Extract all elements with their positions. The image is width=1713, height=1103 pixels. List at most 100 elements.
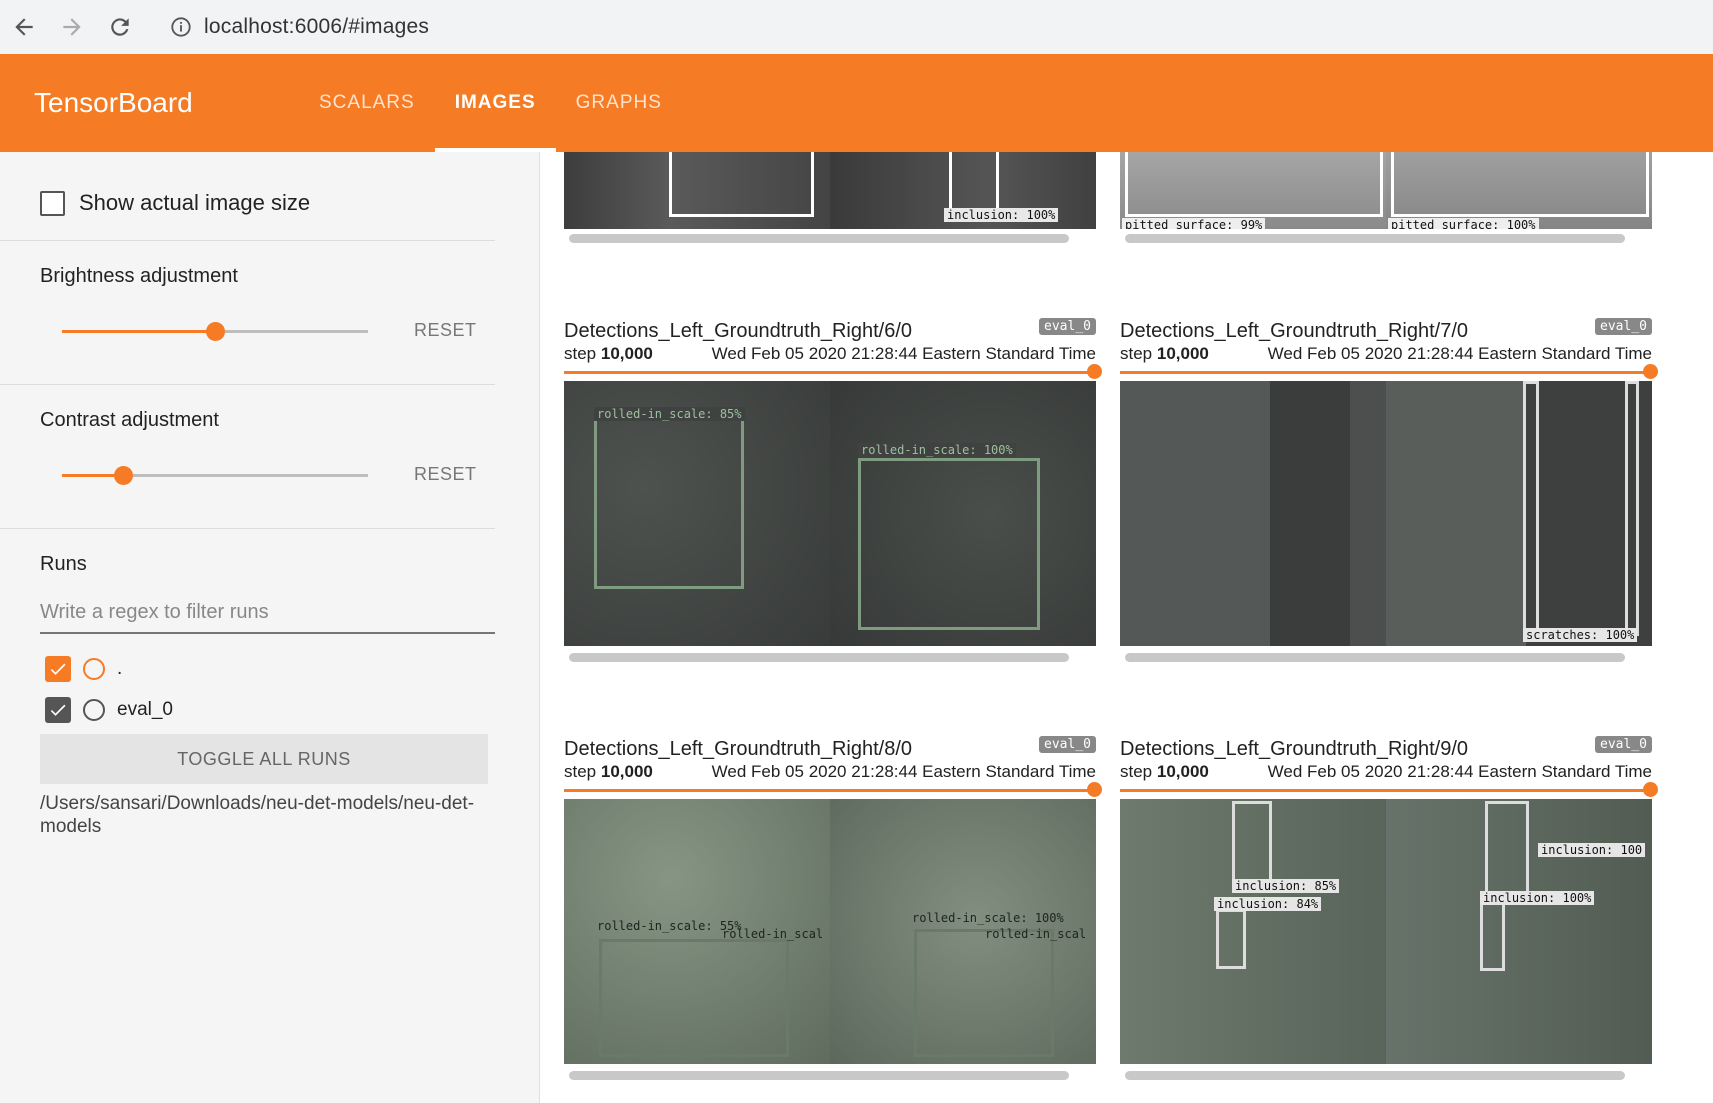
step-value: 10,000: [600, 762, 653, 781]
step-slider[interactable]: [1120, 782, 1658, 797]
detection-label: rolled-in_scale: 100%: [912, 911, 1064, 925]
images-dashboard: inclusion: 100% pitted_surface: 99% pitt…: [541, 152, 1713, 1103]
step-slider[interactable]: [1120, 364, 1658, 379]
reload-button[interactable]: [96, 3, 144, 51]
step-slider-thumb[interactable]: [1087, 364, 1102, 379]
reload-icon: [111, 18, 129, 36]
image-scrollbar[interactable]: [569, 653, 1069, 662]
arrow-left-icon: [15, 18, 33, 36]
step-label: step: [564, 344, 597, 363]
run-name: .: [117, 658, 123, 679]
step-slider[interactable]: [564, 364, 1102, 379]
runs-filter-input[interactable]: [40, 592, 495, 634]
step-slider-thumb[interactable]: [1643, 364, 1658, 379]
step-slider-thumb[interactable]: [1087, 782, 1102, 797]
card-title: Detections_Left_Groundtruth_Right/8/0: [564, 738, 912, 760]
contrast-section: Contrast adjustment RESET: [0, 385, 495, 529]
image-display[interactable]: inclusion: 100%: [564, 152, 1096, 229]
step-value: 10,000: [600, 344, 653, 363]
address-bar[interactable]: localhost:6006/#images: [156, 7, 1696, 47]
detection-label: inclusion: 100: [1538, 843, 1646, 857]
image-scrollbar[interactable]: [1125, 653, 1625, 662]
show-actual-size-option[interactable]: Show actual image size: [40, 190, 310, 216]
url-text: localhost:6006/#images: [204, 15, 430, 38]
detection-label: rolled-in_scale: 100%: [858, 443, 1016, 457]
run-item[interactable]: .: [45, 656, 122, 682]
run-color-radio[interactable]: [83, 658, 105, 680]
back-button[interactable]: [0, 3, 48, 51]
detection-label: scratches: 100%: [1523, 628, 1638, 642]
arrow-right-icon: [63, 18, 81, 36]
run-name: eval_0: [117, 699, 173, 720]
sidebar: Show actual image size Brightness adjust…: [0, 152, 540, 1103]
image-scrollbar[interactable]: [569, 1071, 1069, 1080]
run-badge: eval_0: [1595, 318, 1652, 335]
wall-time: Wed Feb 05 2020 21:28:44 Eastern Standar…: [711, 344, 1096, 363]
card-meta: step 10,000 Wed Feb 05 2020 21:28:44 Eas…: [1120, 344, 1652, 364]
wall-time: Wed Feb 05 2020 21:28:44 Eastern Standar…: [711, 762, 1096, 781]
wall-time: Wed Feb 05 2020 21:28:44 Eastern Standar…: [1267, 762, 1652, 781]
image-display[interactable]: scratches: 100%: [1120, 381, 1652, 646]
card-meta: step 10,000 Wed Feb 05 2020 21:28:44 Eas…: [1120, 762, 1652, 782]
detection-label: inclusion: 100%: [1480, 891, 1595, 905]
contrast-reset-button[interactable]: RESET: [414, 464, 477, 485]
toggle-all-runs-button[interactable]: TOGGLE ALL RUNS: [40, 734, 488, 784]
step-label: step: [1120, 344, 1153, 363]
detection-label: rolled-in_scale: 85%: [594, 407, 745, 421]
show-actual-size-checkbox[interactable]: [40, 190, 65, 216]
show-actual-size-section: Show actual image size: [0, 152, 495, 241]
wall-time: Wed Feb 05 2020 21:28:44 Eastern Standar…: [1267, 344, 1652, 363]
brightness-slider[interactable]: [62, 322, 368, 341]
image-scrollbar[interactable]: [1125, 234, 1625, 243]
image-scrollbar[interactable]: [1125, 1071, 1625, 1080]
brightness-slider-fill: [62, 330, 215, 333]
tab-images[interactable]: IMAGES: [434, 54, 556, 152]
run-item[interactable]: eval_0: [45, 697, 173, 723]
run-badge: eval_0: [1595, 736, 1652, 753]
detection-label: rolled-in_scal: [985, 927, 1087, 941]
detection-label: pitted_surface: 99%: [1122, 218, 1266, 229]
step-label: step: [1120, 762, 1153, 781]
tab-scalars[interactable]: SCALARS: [299, 54, 435, 152]
detection-label: pitted_surface: 100%: [1388, 218, 1539, 229]
brightness-reset-button[interactable]: RESET: [414, 320, 477, 341]
check-icon: [50, 663, 66, 675]
step-slider-thumb[interactable]: [1643, 782, 1658, 797]
run-checkbox[interactable]: [45, 656, 71, 682]
detection-label: inclusion: 100%: [944, 208, 1059, 222]
step-slider[interactable]: [564, 782, 1102, 797]
card-meta: step 10,000 Wed Feb 05 2020 21:28:44 Eas…: [564, 762, 1096, 782]
detection-label: rolled-in_scal: [722, 927, 824, 941]
image-display[interactable]: rolled-in_scale: 55% rolled-in_scal roll…: [564, 799, 1096, 1064]
brightness-title: Brightness adjustment: [40, 265, 238, 287]
image-scrollbar[interactable]: [569, 234, 1069, 243]
info-icon: [171, 17, 191, 37]
brightness-section: Brightness adjustment RESET: [0, 241, 495, 385]
step-label: step: [564, 762, 597, 781]
step-value: 10,000: [1156, 344, 1209, 363]
contrast-title: Contrast adjustment: [40, 409, 219, 431]
run-checkbox[interactable]: [45, 697, 71, 723]
run-badge: eval_0: [1039, 736, 1096, 753]
app-title: TensorBoard: [34, 87, 193, 118]
detection-label: inclusion: 85%: [1232, 879, 1340, 893]
image-display[interactable]: pitted_surface: 99% pitted_surface: 100%: [1120, 152, 1652, 229]
browser-toolbar: localhost:6006/#images: [0, 0, 1713, 54]
contrast-slider-thumb[interactable]: [114, 466, 134, 485]
contrast-slider[interactable]: [62, 466, 368, 485]
run-color-radio[interactable]: [83, 699, 105, 721]
image-display[interactable]: rolled-in_scale: 85% rolled-in_scale: 10…: [564, 381, 1096, 646]
logdir-path: /Users/sansari/Downloads/neu-det-models/…: [40, 793, 475, 837]
image-display[interactable]: inclusion: 85% inclusion: 84% inclusion:…: [1120, 799, 1652, 1064]
forward-button[interactable]: [48, 3, 96, 51]
show-actual-size-label: Show actual image size: [79, 190, 311, 215]
card-meta: step 10,000 Wed Feb 05 2020 21:28:44 Eas…: [564, 344, 1096, 364]
runs-title: Runs: [40, 553, 87, 575]
run-badge: eval_0: [1039, 318, 1096, 335]
card-title: Detections_Left_Groundtruth_Right/9/0: [1120, 738, 1468, 760]
tab-graphs[interactable]: GRAPHS: [556, 54, 682, 152]
step-value: 10,000: [1156, 762, 1209, 781]
card-title: Detections_Left_Groundtruth_Right/6/0: [564, 320, 912, 342]
brightness-slider-thumb[interactable]: [206, 322, 225, 341]
app-header: TensorBoard SCALARS IMAGES GRAPHS: [0, 54, 1713, 152]
